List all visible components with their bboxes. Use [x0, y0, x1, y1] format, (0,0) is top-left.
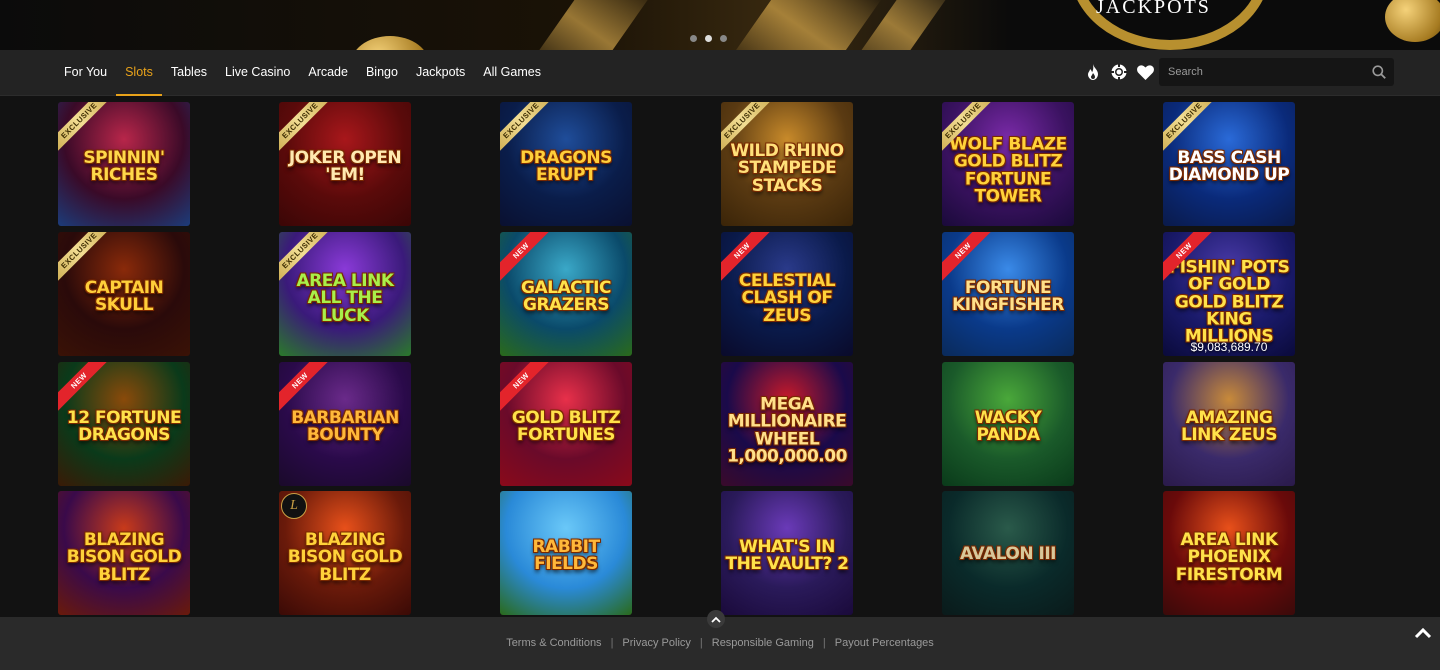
game-title: Captain Skull	[84, 278, 164, 316]
search-input[interactable]	[1159, 58, 1369, 86]
tab-slots[interactable]: Slots	[116, 50, 162, 96]
game-tile[interactable]: Joker Open 'Em! EXCLUSIVE	[279, 102, 411, 226]
game-title: Blazing Bison Gold Blitz	[66, 530, 182, 585]
tab-live-casino[interactable]: Live Casino	[216, 50, 299, 96]
game-title: Avalon III	[960, 544, 1056, 565]
coin-decoration	[350, 36, 430, 50]
quick-filter-icons	[1084, 62, 1154, 82]
search-box	[1159, 58, 1394, 86]
footer-toggle-button[interactable]	[707, 610, 725, 628]
coin-decoration	[1385, 0, 1440, 42]
promo-banner[interactable]: JACKPOTS	[0, 0, 1440, 50]
game-title: Fishin' Pots of Gold Gold Blitz King Mil…	[1168, 257, 1290, 347]
tab-bingo[interactable]: Bingo	[357, 50, 407, 96]
game-title: Wacky Panda	[974, 408, 1042, 446]
footer-links: Terms & Conditions | Privacy Policy | Respon…	[0, 637, 1440, 649]
footer-link-responsible-gaming[interactable]: Responsible Gaming	[712, 637, 814, 649]
search-icon[interactable]	[1372, 65, 1386, 79]
footer-separator: |	[822, 637, 826, 649]
tab-tables[interactable]: Tables	[162, 50, 216, 96]
game-tile[interactable]: Fortune Kingfisher NEW	[942, 232, 1074, 356]
game-title: Rabbit Fields	[532, 537, 600, 575]
game-title: 12 Fortune Dragons	[66, 408, 182, 446]
scroll-to-top-button[interactable]	[1412, 622, 1434, 644]
chevron-up-icon	[1414, 627, 1432, 639]
game-tile[interactable]: Galactic Grazers NEW	[500, 232, 632, 356]
game-tile[interactable]: Area Link Phoenix Firestorm	[1163, 491, 1295, 615]
game-tile[interactable]: Wolf Blaze Gold Blitz Fortune Tower EXCLU…	[942, 102, 1074, 226]
game-title: Galactic Grazers	[521, 278, 611, 316]
banner-decoration	[525, 0, 655, 50]
game-tile[interactable]: Wacky Panda	[942, 362, 1074, 486]
game-tile[interactable]: Wild Rhino Stampede Stacks EXCLUSIVE	[721, 102, 853, 226]
game-tile[interactable]: Dragons Erupt EXCLUSIVE	[500, 102, 632, 226]
game-tile[interactable]: Barbarian Bounty NEW	[279, 362, 411, 486]
game-tile[interactable]: Mega Millionaire Wheel 1,000,000.00	[721, 362, 853, 486]
game-title: Area Link Phoenix Firestorm	[1175, 530, 1283, 585]
game-title: What's in the Vault? 2	[725, 537, 849, 575]
game-title: Dragons Erupt	[520, 148, 612, 186]
game-title: Barbarian Bounty	[291, 408, 399, 446]
footer-link-terms-conditions[interactable]: Terms & Conditions	[506, 637, 601, 649]
game-tile[interactable]: Rabbit Fields	[500, 491, 632, 615]
carousel-dot[interactable]	[720, 35, 727, 42]
game-title: Amazing Link Zeus	[1181, 408, 1277, 446]
game-tile[interactable]: Area Link All The Luck EXCLUSIVE	[279, 232, 411, 356]
flame-icon[interactable]	[1084, 62, 1102, 82]
tab-arcade[interactable]: Arcade	[299, 50, 357, 96]
game-title: Area Link All The Luck	[296, 271, 395, 326]
game-tile[interactable]: Gold Blitz Fortunes NEW	[500, 362, 632, 486]
tab-for-you[interactable]: For You	[55, 50, 116, 96]
tab-all-games[interactable]: All Games	[474, 50, 550, 96]
game-title: Mega Millionaire Wheel 1,000,000.00	[727, 394, 847, 467]
game-tile[interactable]: Avalon III	[942, 491, 1074, 615]
game-tile[interactable]: Celestial Clash of Zeus NEW	[721, 232, 853, 356]
jackpot-amount: $9,083,689.70	[1190, 340, 1268, 354]
game-tile[interactable]: Captain Skull EXCLUSIVE	[58, 232, 190, 356]
chevron-up-icon	[711, 616, 721, 623]
game-tile[interactable]: Spinnin' Riches EXCLUSIVE	[58, 102, 190, 226]
tab-jackpots[interactable]: Jackpots	[407, 50, 474, 96]
category-nav: For You Slots Tables Live Casino Arcade Bingo…	[0, 50, 1440, 96]
heart-icon[interactable]	[1136, 62, 1154, 82]
banner-decoration	[727, 0, 883, 50]
game-title: Joker Open 'Em!	[288, 148, 402, 186]
game-title: Celestial Clash of Zeus	[738, 271, 836, 326]
banner-text: JACKPOTS	[1096, 0, 1211, 18]
game-title: Fortune Kingfisher	[952, 278, 1064, 316]
game-tile[interactable]: Amazing Link Zeus	[1163, 362, 1295, 486]
footer-separator: |	[610, 637, 614, 649]
legend-badge-icon: L	[281, 493, 307, 519]
poker-chip-icon[interactable]	[1110, 62, 1128, 82]
carousel-dots	[690, 35, 727, 42]
game-title: Bass Cash Diamond Up	[1168, 148, 1290, 186]
footer-separator: |	[699, 637, 703, 649]
game-tile[interactable]: Fishin' Pots of Gold Gold Blitz King Mil…	[1163, 232, 1295, 356]
game-title: Wolf Blaze Gold Blitz Fortune Tower	[949, 134, 1067, 207]
game-tile[interactable]: Blazing Bison Gold Blitz	[58, 491, 190, 615]
game-title: Gold Blitz Fortunes	[511, 408, 621, 446]
game-tile[interactable]: Blazing Bison Gold Blitz L	[279, 491, 411, 615]
category-tabs: For You Slots Tables Live Casino Arcade Bingo…	[55, 50, 550, 96]
game-tile[interactable]: Bass Cash Diamond Up EXCLUSIVE	[1163, 102, 1295, 226]
carousel-dot[interactable]	[690, 35, 697, 42]
game-title: Spinnin' Riches	[83, 148, 165, 186]
game-title: Wild Rhino Stampede Stacks	[730, 141, 844, 196]
game-title: Blazing Bison Gold Blitz	[287, 530, 403, 585]
game-tile[interactable]: 12 Fortune Dragons NEW	[58, 362, 190, 486]
carousel-dot-active[interactable]	[705, 35, 712, 42]
game-tile[interactable]: What's in the Vault? 2	[721, 491, 853, 615]
footer-link-payout-percentages[interactable]: Payout Percentages	[835, 637, 934, 649]
footer-link-privacy-policy[interactable]: Privacy Policy	[622, 637, 690, 649]
